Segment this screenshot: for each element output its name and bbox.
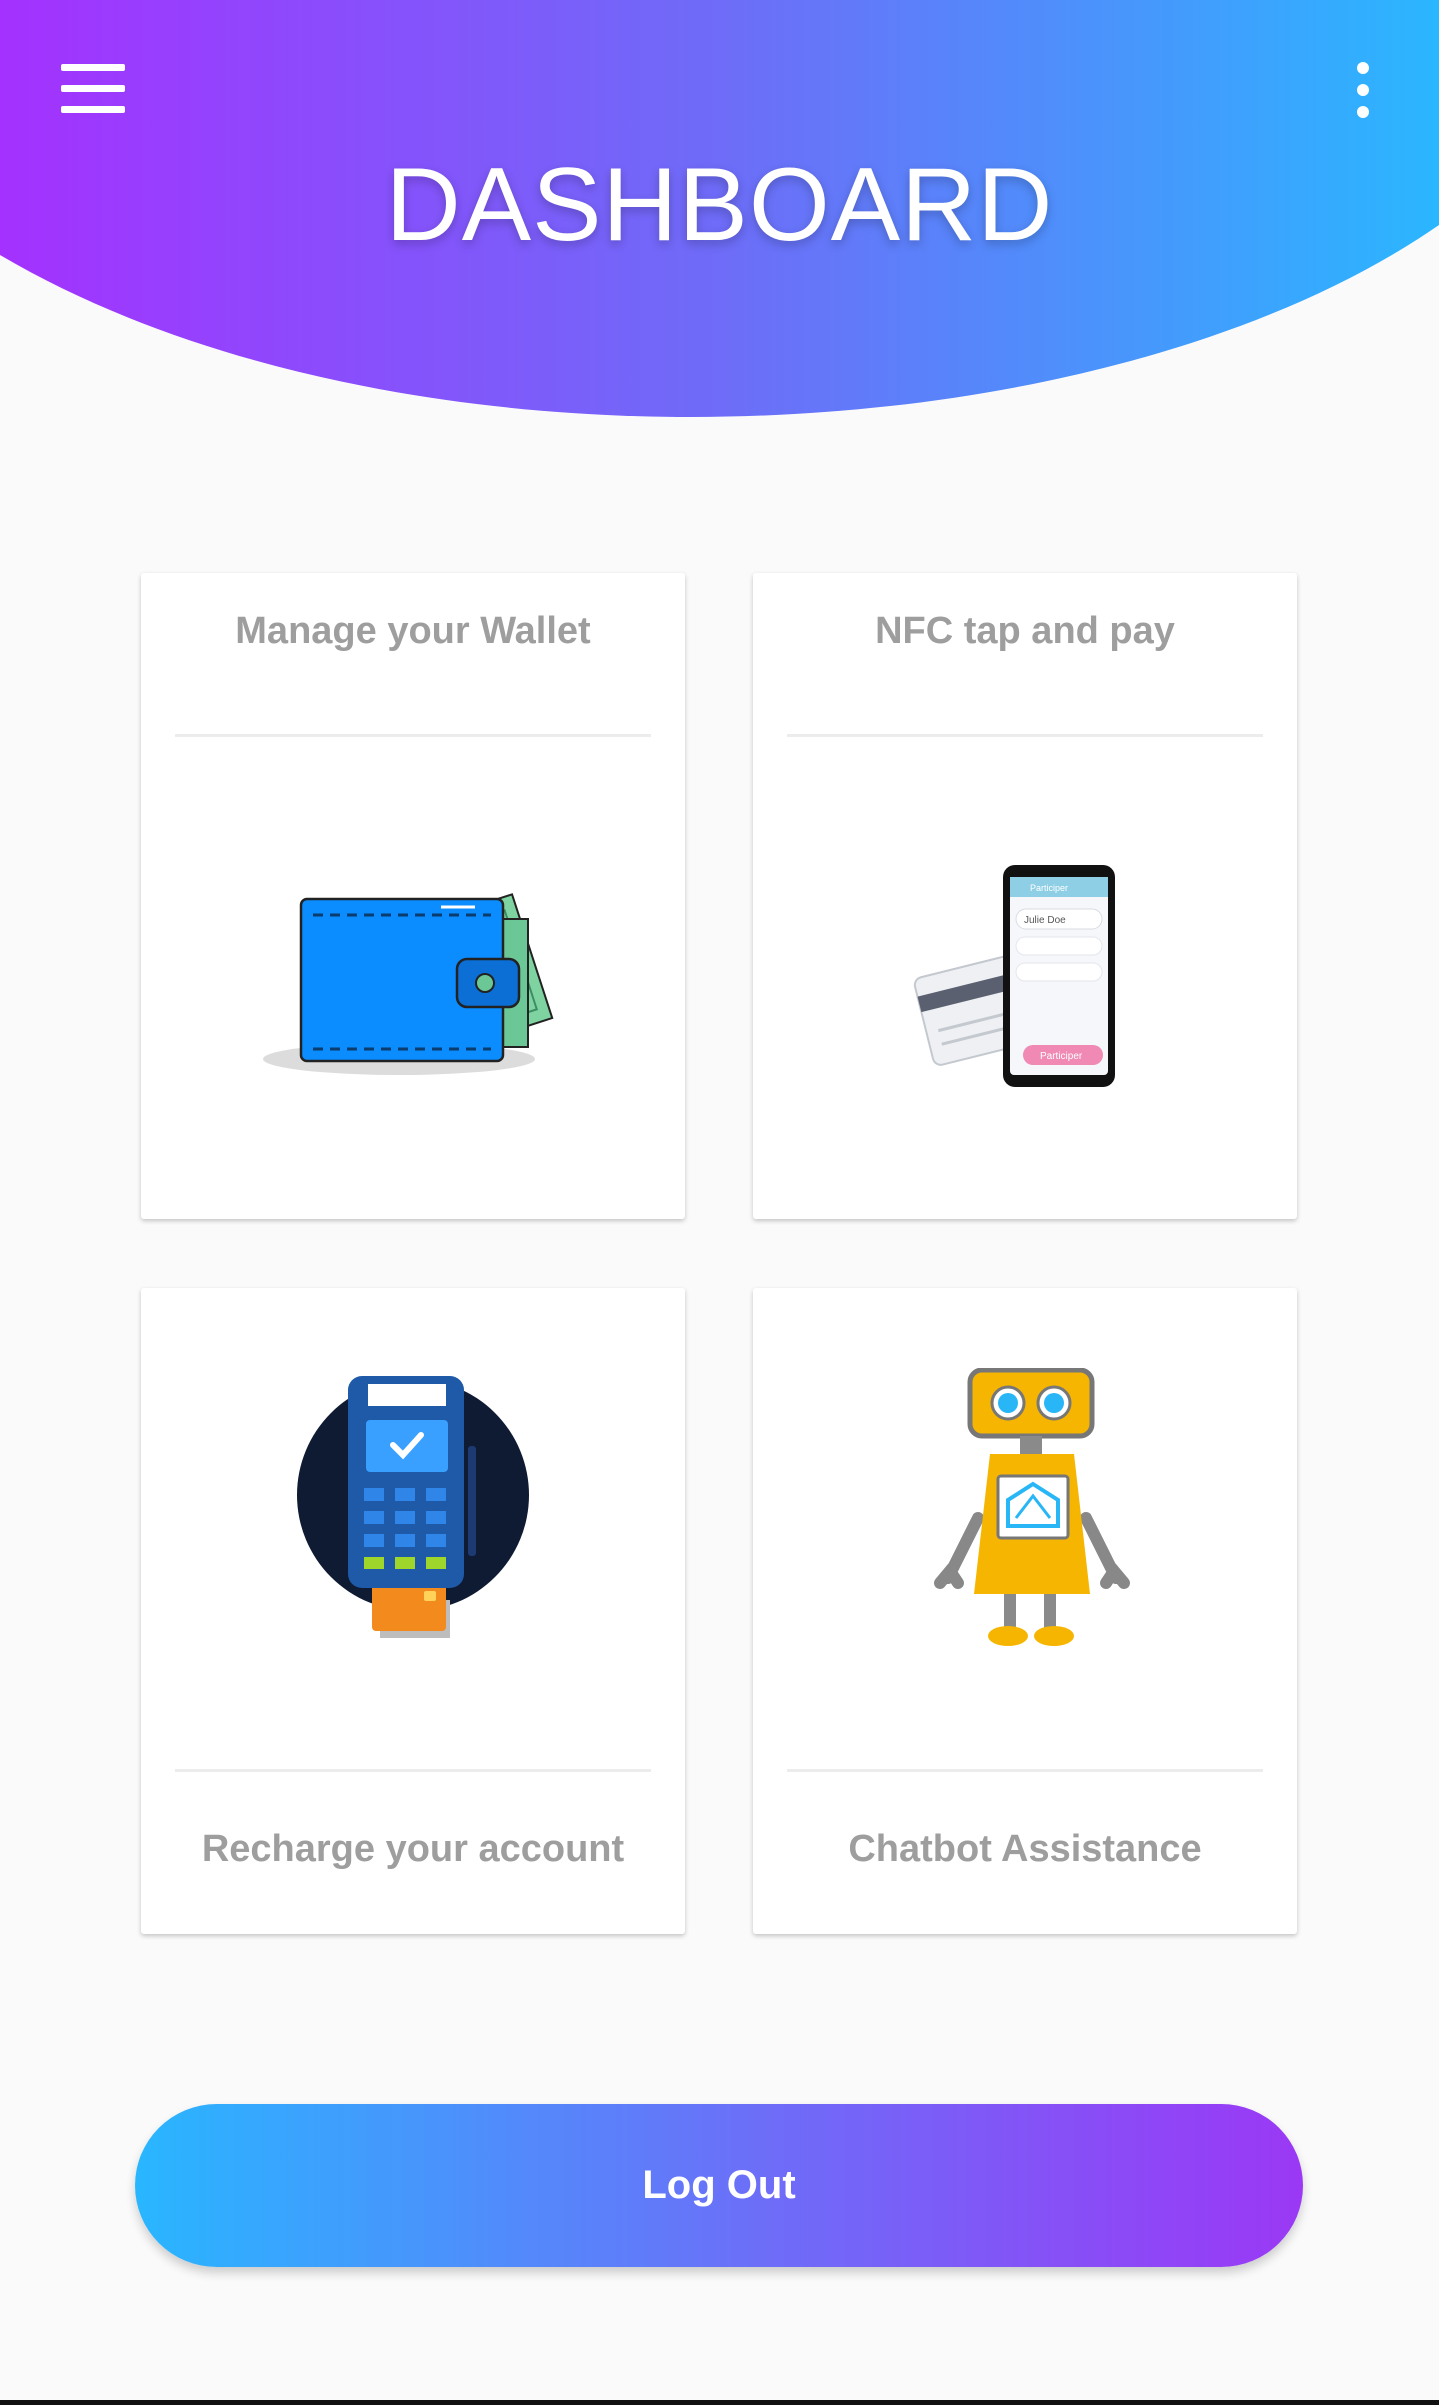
phone-card-icon: Participer Julie Doe Participer — [913, 865, 1115, 1087]
card-divider — [175, 1769, 651, 1772]
card-label: Chatbot Assistance — [848, 1828, 1202, 1870]
phone-screen-title: Participer — [1030, 883, 1068, 893]
card-divider — [175, 734, 651, 737]
card-nfc-tap-pay[interactable]: NFC tap and pay Participer Julie Doe Par… — [753, 573, 1297, 1219]
card-label: NFC tap and pay — [875, 610, 1175, 652]
card-divider — [787, 734, 1263, 737]
page-title: DASHBOARD — [385, 147, 1054, 263]
card-divider — [787, 1769, 1263, 1772]
card-label: Recharge your account — [201, 1828, 625, 1870]
card-label: Manage your Wallet — [235, 610, 591, 652]
robot-icon — [934, 1368, 1130, 1646]
card-chatbot-assistance[interactable]: Chatbot Assistance — [753, 1288, 1297, 1934]
phone-screen-field: Julie Doe — [1024, 915, 1066, 926]
wallet-icon — [263, 893, 554, 1075]
card-manage-wallet[interactable]: Manage your Wallet — [141, 573, 685, 1219]
phone-screen-button: Participer — [1040, 1051, 1083, 1062]
screen-bottom-edge — [0, 2400, 1439, 2405]
logout-button[interactable]: Log Out — [135, 2104, 1303, 2267]
card-recharge-account[interactable]: Recharge your account — [141, 1288, 685, 1934]
hamburger-menu-icon[interactable] — [55, 58, 131, 118]
more-vertical-icon[interactable] — [1338, 58, 1388, 122]
payment-terminal-icon — [297, 1376, 529, 1638]
